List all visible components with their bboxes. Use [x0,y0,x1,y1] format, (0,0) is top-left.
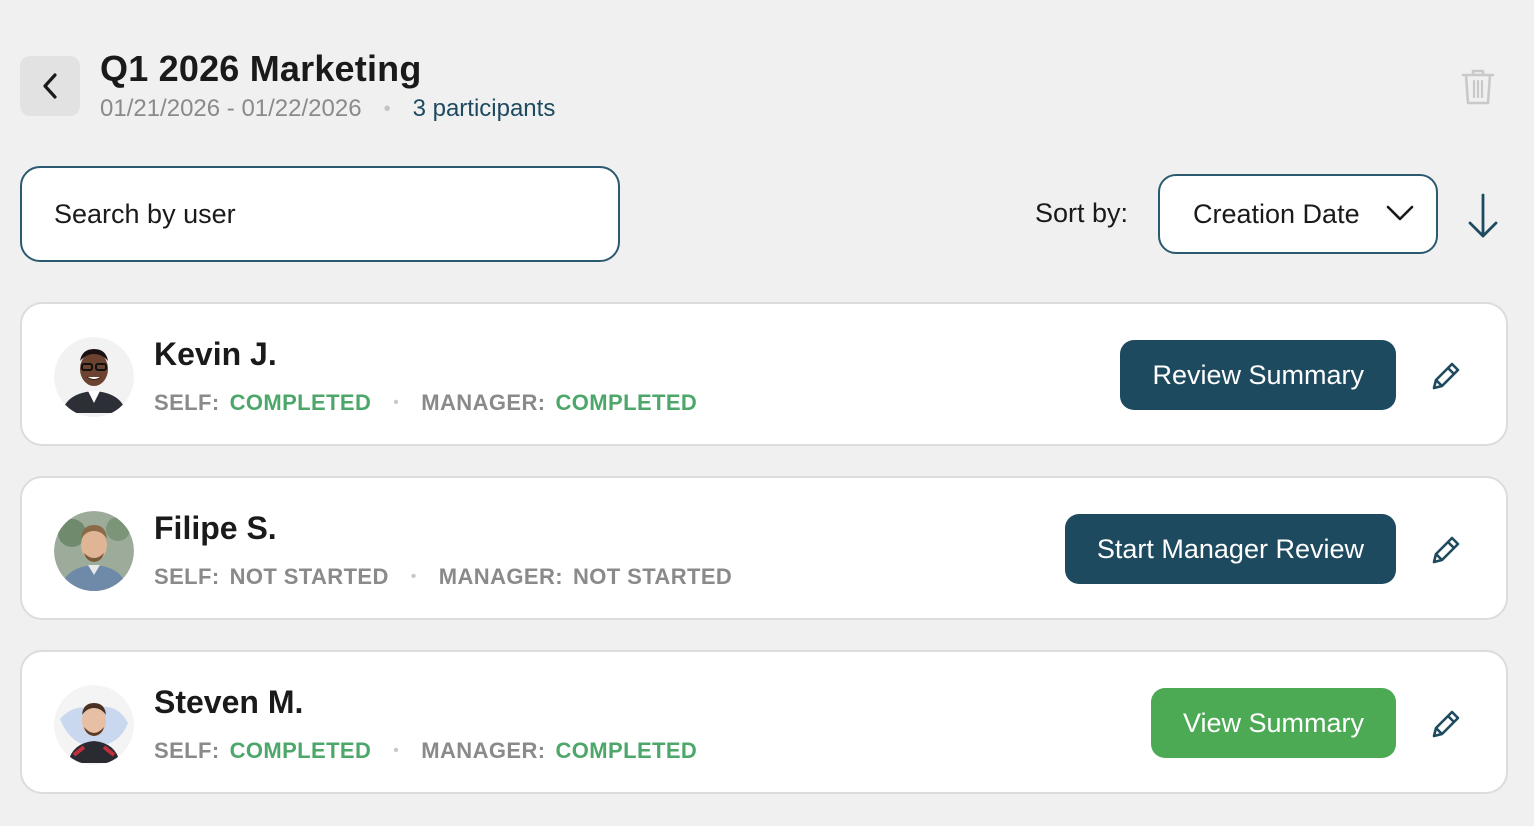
self-label: SELF: [154,564,220,589]
manager-label: MANAGER: [421,738,546,763]
review-cycle-page: Q1 2026 Marketing 01/21/2026 - 01/22/202… [0,0,1534,826]
chevron-left-icon [43,73,57,99]
avatar [54,337,134,417]
manager-label: MANAGER: [421,390,546,415]
self-status: COMPLETED [229,390,372,415]
self-label: SELF: [154,390,220,415]
status-separator: • [393,742,400,759]
pencil-icon[interactable] [1428,358,1464,394]
status-line: SELF: COMPLETED • MANAGER: COMPLETED [154,738,697,764]
manager-status: COMPLETED [555,738,698,763]
back-button[interactable] [20,56,80,116]
sort-select[interactable]: Creation Date [1158,174,1438,254]
date-range: 01/21/2026 - 01/22/2026 [100,95,362,122]
cycle-meta: 01/21/2026 - 01/22/2026 • 3 participants [100,95,555,123]
participant-card: Filipe S. SELF: NOT STARTED • MANAGER: N… [20,476,1508,620]
self-label: SELF: [154,738,220,763]
participant-card: Kevin J. SELF: COMPLETED • MANAGER: COMP… [20,302,1508,446]
avatar [54,685,134,765]
status-line: SELF: NOT STARTED • MANAGER: NOT STARTED [154,564,732,590]
pencil-icon[interactable] [1428,532,1464,568]
manager-status: NOT STARTED [573,564,733,589]
participant-card: Steven M. SELF: COMPLETED • MANAGER: COM… [20,650,1508,794]
view-summary-button[interactable]: View Summary [1150,688,1396,758]
review-summary-button[interactable]: Review Summary [1120,340,1396,410]
page-title: Q1 2026 Marketing [100,48,422,89]
manager-status: COMPLETED [555,390,698,415]
start-manager-review-button[interactable]: Start Manager Review [1064,514,1396,584]
sort-selected-value: Creation Date [1193,198,1360,229]
arrow-down-icon[interactable] [1466,192,1500,240]
participant-name: Kevin J. [154,336,277,372]
pencil-icon[interactable] [1428,706,1464,742]
participants-link[interactable]: 3 participants [413,95,556,123]
meta-separator: • [383,97,391,120]
self-status: NOT STARTED [229,564,389,589]
trash-icon[interactable] [1460,66,1496,106]
chevron-down-icon [1386,205,1414,221]
sort-label: Sort by: [1035,198,1129,228]
participant-name: Steven M. [154,684,304,720]
status-line: SELF: COMPLETED • MANAGER: COMPLETED [154,390,697,416]
participant-name: Filipe S. [154,510,277,546]
status-separator: • [393,394,400,411]
self-status: COMPLETED [229,738,372,763]
manager-label: MANAGER: [438,564,563,589]
status-separator: • [410,568,417,585]
search-input[interactable] [54,198,586,230]
avatar [54,511,134,591]
search-box [20,166,620,262]
